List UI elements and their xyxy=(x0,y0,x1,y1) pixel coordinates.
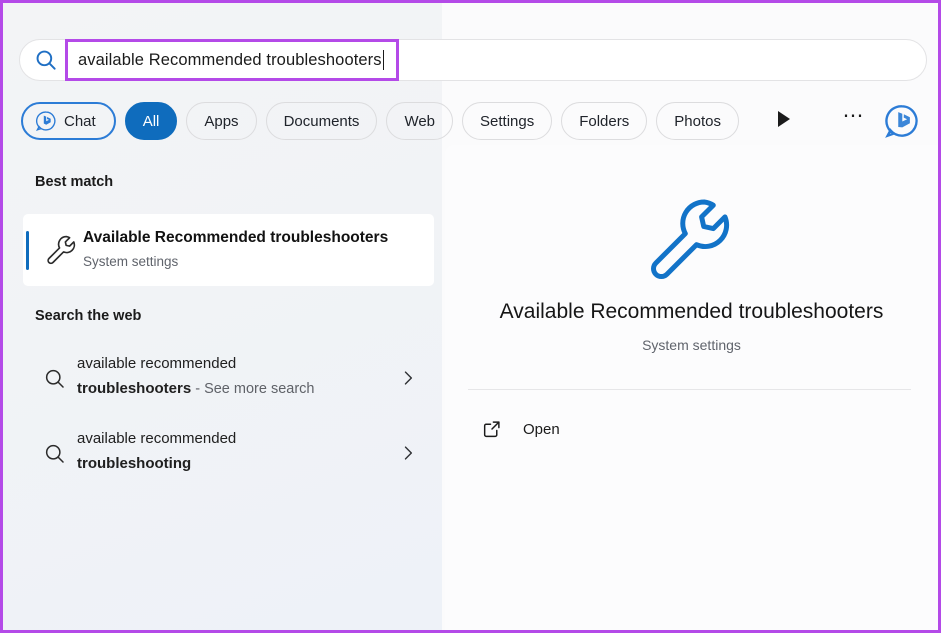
search-icon xyxy=(42,366,68,392)
web-result-line1: available recommended xyxy=(77,430,236,447)
preview-subtitle: System settings xyxy=(445,337,938,353)
tab-chat-label: Chat xyxy=(64,113,96,130)
divider xyxy=(468,389,911,390)
preview-title: Available Recommended troubleshooters xyxy=(445,300,938,324)
search-input-value: available Recommended troubleshooters xyxy=(78,51,382,70)
open-button[interactable]: Open xyxy=(481,413,560,445)
tab-settings-label: Settings xyxy=(480,113,534,130)
best-match-result[interactable]: Available Recommended troubleshooters Sy… xyxy=(23,214,434,286)
best-match-title: Available Recommended troubleshooters xyxy=(83,229,388,247)
filter-tabs: Chat All Apps Documents Web Settings Fol… xyxy=(21,101,739,141)
bing-chat-icon xyxy=(35,110,57,132)
open-label: Open xyxy=(523,421,560,438)
web-result-line1: available recommended xyxy=(77,355,236,372)
web-result-term: troubleshooting xyxy=(77,455,191,472)
text-caret xyxy=(383,50,384,70)
tab-documents[interactable]: Documents xyxy=(266,102,378,140)
wrench-icon xyxy=(44,233,77,266)
selection-accent-bar xyxy=(26,231,29,270)
external-link-icon xyxy=(481,418,503,440)
web-result-row[interactable]: available recommended troubleshooting xyxy=(23,423,434,485)
tab-chat[interactable]: Chat xyxy=(21,102,116,140)
search-the-web-heading: Search the web xyxy=(35,308,141,324)
tab-all[interactable]: All xyxy=(125,102,178,140)
tab-apps[interactable]: Apps xyxy=(186,102,256,140)
wrench-icon xyxy=(642,192,734,284)
tab-web-label: Web xyxy=(404,113,435,130)
tab-web[interactable]: Web xyxy=(386,102,453,140)
search-input[interactable]: available Recommended troubleshooters xyxy=(65,39,399,81)
tab-folders[interactable]: Folders xyxy=(561,102,647,140)
web-result-hint: - See more search xyxy=(191,381,314,397)
web-result-term: troubleshooters xyxy=(77,380,191,397)
play-triangle-icon[interactable] xyxy=(778,111,790,127)
chevron-right-icon xyxy=(398,443,418,463)
best-match-subtitle: System settings xyxy=(83,254,178,269)
ellipsis-icon[interactable]: ⋯ xyxy=(839,109,869,131)
bing-chat-icon[interactable] xyxy=(883,103,921,139)
tab-settings[interactable]: Settings xyxy=(462,102,552,140)
web-result-text: available recommended troubleshooters - … xyxy=(77,351,377,402)
web-result-text: available recommended troubleshooting xyxy=(77,426,377,477)
tab-documents-label: Documents xyxy=(284,113,360,130)
chevron-right-icon xyxy=(398,368,418,388)
tab-photos[interactable]: Photos xyxy=(656,102,739,140)
windows-search-window: Available Recommended troubleshooters Sy… xyxy=(0,0,941,633)
tab-all-label: All xyxy=(143,113,160,130)
preview-card: Available Recommended troubleshooters Sy… xyxy=(445,145,938,630)
best-match-heading: Best match xyxy=(35,174,113,190)
preview-pane: Available Recommended troubleshooters Sy… xyxy=(442,3,938,630)
tab-apps-label: Apps xyxy=(204,113,238,130)
tab-folders-label: Folders xyxy=(579,113,629,130)
search-icon xyxy=(42,441,68,467)
web-result-row[interactable]: available recommended troubleshooters - … xyxy=(23,348,434,410)
tab-photos-label: Photos xyxy=(674,113,721,130)
search-icon xyxy=(33,47,59,73)
